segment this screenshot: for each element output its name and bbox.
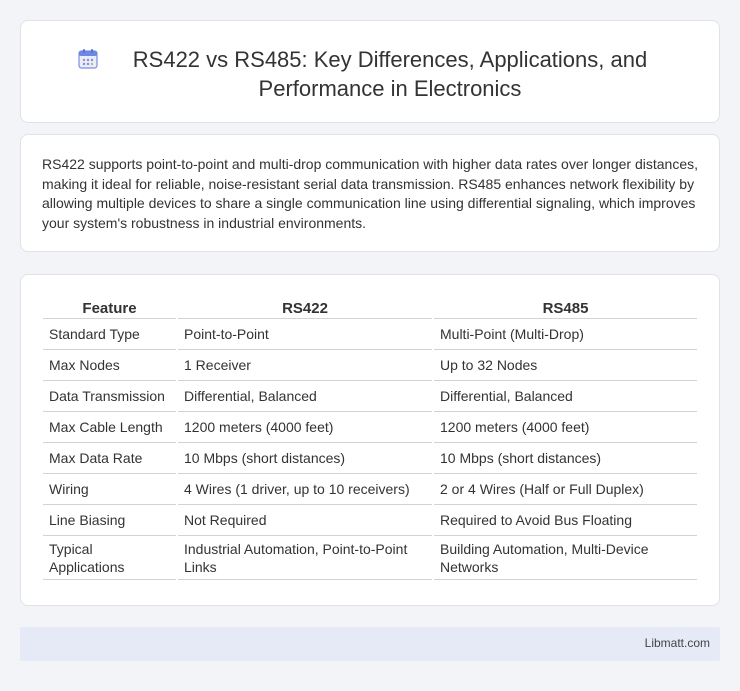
intro-paragraph: RS422 supports point-to-point and multi-… bbox=[42, 156, 699, 231]
page-title: RS422 vs RS485: Key Differences, Applica… bbox=[132, 47, 648, 101]
footer-brand[interactable]: Libmatt.com bbox=[645, 636, 710, 650]
rs485-cell: Building Automation, Multi-Device Networ… bbox=[434, 536, 697, 580]
footer-bar: Libmatt.com bbox=[20, 627, 720, 661]
rs485-cell: Multi-Point (Multi-Drop) bbox=[434, 319, 697, 350]
rs485-cell: 2 or 4 Wires (Half or Full Duplex) bbox=[434, 474, 697, 505]
intro-card: RS422 supports point-to-point and multi-… bbox=[20, 134, 720, 252]
feature-cell: Max Cable Length bbox=[43, 412, 176, 443]
table-row: Max Data Rate 10 Mbps (short distances) … bbox=[43, 443, 697, 474]
table-row: Max Nodes 1 Receiver Up to 32 Nodes bbox=[43, 350, 697, 381]
table-row: Line Biasing Not Required Required to Av… bbox=[43, 505, 697, 536]
table-row: Data Transmission Differential, Balanced… bbox=[43, 381, 697, 412]
column-header-feature: Feature bbox=[43, 295, 176, 319]
feature-cell: Data Transmission bbox=[43, 381, 176, 412]
comparison-card: Feature RS422 RS485 Standard Type Point-… bbox=[20, 274, 720, 606]
feature-cell: Wiring bbox=[43, 474, 176, 505]
feature-cell: Max Data Rate bbox=[43, 443, 176, 474]
rs422-cell: 1 Receiver bbox=[178, 350, 432, 381]
rs485-cell: Required to Avoid Bus Floating bbox=[434, 505, 697, 536]
rs422-cell: Not Required bbox=[178, 505, 432, 536]
rs422-cell: Industrial Automation, Point-to-Point Li… bbox=[178, 536, 432, 580]
rs422-cell: 4 Wires (1 driver, up to 10 receivers) bbox=[178, 474, 432, 505]
feature-cell: Typical Applications bbox=[43, 536, 176, 580]
rs422-cell: Point-to-Point bbox=[178, 319, 432, 350]
column-header-rs485: RS485 bbox=[434, 295, 697, 319]
feature-cell: Standard Type bbox=[43, 319, 176, 350]
title-card: RS422 vs RS485: Key Differences, Applica… bbox=[20, 20, 720, 123]
rs485-cell: Differential, Balanced bbox=[434, 381, 697, 412]
rs485-cell: 1200 meters (4000 feet) bbox=[434, 412, 697, 443]
rs485-cell: 10 Mbps (short distances) bbox=[434, 443, 697, 474]
table-row: Wiring 4 Wires (1 driver, up to 10 recei… bbox=[43, 474, 697, 505]
comparison-table: Feature RS422 RS485 Standard Type Point-… bbox=[41, 295, 699, 580]
feature-cell: Line Biasing bbox=[43, 505, 176, 536]
rs422-cell: 10 Mbps (short distances) bbox=[178, 443, 432, 474]
table-row: Standard Type Point-to-Point Multi-Point… bbox=[43, 319, 697, 350]
table-row: Typical Applications Industrial Automati… bbox=[43, 536, 697, 580]
table-row: Max Cable Length 1200 meters (4000 feet)… bbox=[43, 412, 697, 443]
feature-cell: Max Nodes bbox=[43, 350, 176, 381]
rs485-cell: Up to 32 Nodes bbox=[434, 350, 697, 381]
column-header-rs422: RS422 bbox=[178, 295, 432, 319]
table-header-row: Feature RS422 RS485 bbox=[43, 295, 697, 319]
rs422-cell: 1200 meters (4000 feet) bbox=[178, 412, 432, 443]
rs422-cell: Differential, Balanced bbox=[178, 381, 432, 412]
